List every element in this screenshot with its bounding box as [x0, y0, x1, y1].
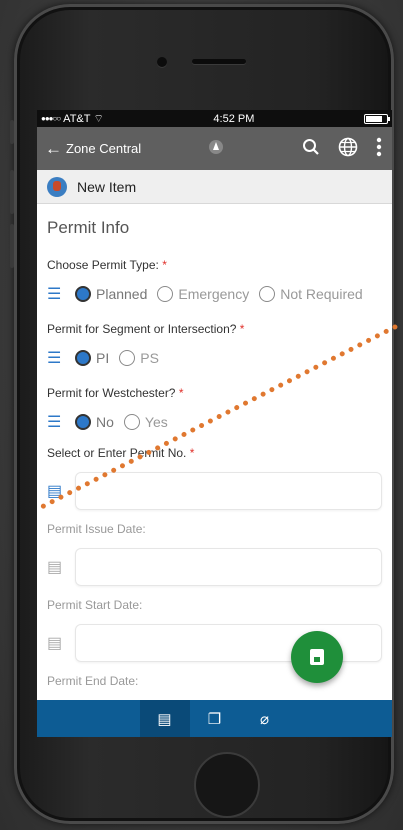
calendar-icon[interactable]: ▤ — [47, 557, 75, 577]
item-title: New Item — [77, 178, 137, 195]
search-icon[interactable] — [302, 138, 320, 161]
tab-attachments[interactable]: ⌀ — [240, 700, 290, 737]
radio-emergency-label: Emergency — [178, 286, 250, 302]
radio-no[interactable]: No — [75, 414, 114, 430]
required-mark: * — [239, 322, 245, 336]
westchester-label-text: Permit for Westchester? — [47, 386, 176, 400]
item-avatar-icon — [47, 176, 67, 197]
item-header: New Item — [37, 170, 392, 204]
permit-no-label-text: Select or Enter Permit No. — [47, 446, 187, 460]
copy-icon: ❐ — [207, 710, 222, 728]
paperclip-icon: ⌀ — [259, 710, 270, 728]
mute-switch — [10, 120, 14, 144]
radio-planned[interactable]: Planned — [75, 286, 147, 302]
save-button[interactable] — [291, 631, 343, 683]
permit-type-options: ☰ Planned Emergency Not Required — [47, 284, 382, 304]
carrier-label: AT&T — [63, 112, 91, 125]
issue-date-row: ▤ — [47, 548, 382, 586]
front-camera — [157, 57, 167, 67]
tab-copies[interactable]: ❐ — [190, 700, 240, 737]
radio-ps[interactable]: PS — [119, 350, 159, 366]
permit-no-label: Select or Enter Permit No. * — [47, 446, 382, 460]
required-mark: * — [189, 446, 195, 460]
back-arrow-icon[interactable]: ← — [45, 139, 62, 159]
issue-date-input[interactable] — [75, 548, 382, 586]
required-mark: * — [178, 386, 184, 400]
list-icon[interactable]: ☰ — [47, 348, 75, 368]
permit-no-input[interactable] — [75, 472, 382, 510]
radio-pi[interactable]: PI — [75, 350, 109, 366]
battery-icon — [364, 113, 390, 124]
calendar-icon[interactable]: ▤ — [47, 633, 75, 653]
save-icon — [310, 649, 324, 665]
issue-date-label: Permit Issue Date: — [47, 522, 146, 536]
list-icon[interactable]: ☰ — [47, 412, 75, 432]
home-button[interactable] — [194, 752, 260, 818]
signal-icon: ●●●○○ — [41, 114, 61, 123]
status-bar: ●●●○○ AT&T ⌔ 4:52 PM — [37, 110, 392, 127]
back-label[interactable]: Zone Central — [66, 141, 141, 156]
radio-planned-label: Planned — [96, 286, 148, 302]
start-date-label: Permit Start Date: — [47, 598, 143, 612]
volume-up-button — [10, 170, 14, 214]
volume-down-button — [10, 224, 14, 268]
radio-no-label: No — [96, 414, 114, 430]
section-title: Permit Info — [47, 218, 130, 237]
segment-label: Permit for Segment or Intersection? * — [47, 322, 382, 336]
radio-yes-label: Yes — [144, 414, 168, 430]
more-vertical-icon[interactable] — [376, 137, 382, 162]
wifi-icon: ⌔ — [93, 112, 104, 125]
form-content: Permit Info Choose Permit Type: * ☰ Plan… — [37, 218, 392, 688]
permit-type-label: Choose Permit Type: * — [47, 258, 382, 272]
radio-yes[interactable]: Yes — [123, 414, 168, 430]
list-icon[interactable]: ☰ — [47, 284, 75, 304]
document-icon: ▤ — [157, 710, 172, 728]
radio-emergency[interactable]: Emergency — [157, 286, 249, 302]
westchester-label: Permit for Westchester? * — [47, 386, 382, 400]
app-bar: ← Zone Central — [37, 127, 392, 170]
app-screen: ●●●○○ AT&T ⌔ 4:52 PM ← Zone Central New … — [37, 110, 392, 737]
globe-icon[interactable] — [338, 137, 358, 162]
clock: 4:52 PM — [213, 112, 255, 125]
segment-label-text: Permit for Segment or Intersection? — [47, 322, 237, 336]
required-mark: * — [162, 258, 167, 272]
radio-pi-label: PI — [96, 350, 110, 366]
radio-ps-label: PS — [140, 350, 159, 366]
cone-icon[interactable] — [209, 140, 223, 154]
tab-form[interactable]: ▤ — [139, 700, 190, 737]
radio-not-required-label: Not Required — [280, 286, 363, 302]
radio-not-required[interactable]: Not Required — [259, 286, 363, 302]
bottom-nav: ▤ ❐ ⌀ — [37, 700, 392, 737]
permit-type-label-text: Choose Permit Type: — [47, 258, 159, 272]
earpiece-speaker — [192, 59, 246, 64]
